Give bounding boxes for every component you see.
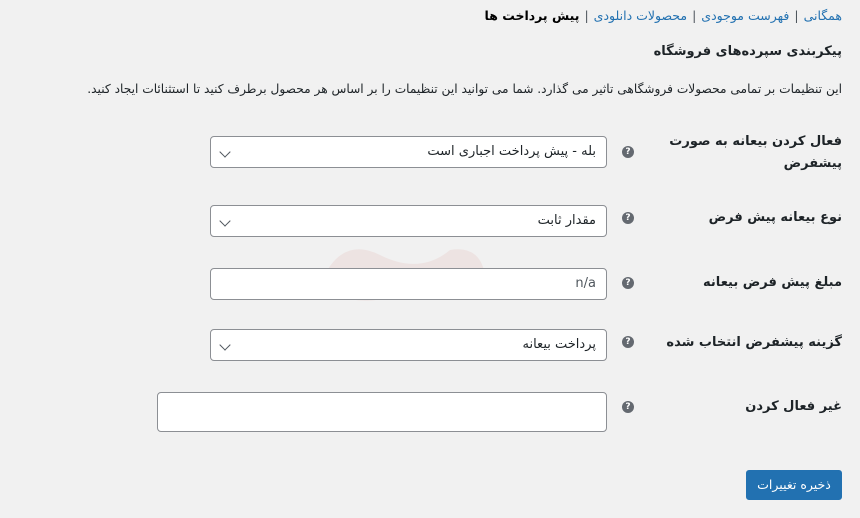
help-icon[interactable]: ? bbox=[622, 212, 634, 224]
field-label-default-option: گزینه پیشفرض انتخاب شده bbox=[666, 335, 842, 350]
field-label-disable: غیر فعال کردن bbox=[745, 399, 842, 414]
subnav-current-deposits: پیش پرداخت ها bbox=[484, 8, 580, 23]
deposit-type-select[interactable]: مقدار ثابت bbox=[210, 205, 607, 237]
section-title: پیکربندی سپرده‌های فروشگاه bbox=[653, 44, 842, 59]
subnav-separator: | bbox=[692, 8, 697, 23]
chevron-down-icon bbox=[219, 339, 231, 351]
save-changes-button[interactable]: ذخیره تغییرات bbox=[746, 470, 842, 500]
help-icon[interactable]: ? bbox=[622, 146, 634, 158]
enable-deposit-select[interactable]: بله - پیش پرداخت اجباری است bbox=[210, 136, 607, 168]
deposit-amount-input[interactable]: n/a bbox=[210, 268, 607, 300]
field-label-enable-deposit: فعال کردن بیعانه به صورت پیشفرض bbox=[669, 134, 842, 171]
subnav-separator: | bbox=[794, 8, 799, 23]
field-label-deposit-amount: مبلغ پیش فرض بیعانه bbox=[703, 275, 842, 290]
select-value: مقدار ثابت bbox=[537, 213, 596, 228]
subnav-link-downloadable[interactable]: محصولات دانلودی bbox=[594, 8, 687, 23]
chevron-down-icon bbox=[219, 215, 231, 227]
select-value: بله - پیش پرداخت اجباری است bbox=[427, 144, 596, 159]
help-icon[interactable]: ? bbox=[622, 277, 634, 289]
subnav: همگانی | فهرست موجودی | محصولات دانلودی … bbox=[485, 8, 843, 23]
subnav-separator: | bbox=[584, 8, 589, 23]
default-option-select[interactable]: پرداخت بیعانه bbox=[210, 329, 607, 361]
disable-textarea[interactable] bbox=[157, 392, 607, 432]
field-label-deposit-type: نوع بیعانه پیش فرض bbox=[708, 210, 842, 225]
subnav-link-inventory[interactable]: فهرست موجودی bbox=[701, 8, 789, 23]
section-description: این تنظیمات بر تمامی محصولات فروشگاهی تا… bbox=[87, 82, 842, 96]
chevron-down-icon bbox=[219, 146, 231, 158]
select-value: پرداخت بیعانه bbox=[522, 337, 597, 352]
help-icon[interactable]: ? bbox=[622, 336, 634, 348]
subnav-link-general[interactable]: همگانی bbox=[804, 8, 842, 23]
help-icon[interactable]: ? bbox=[622, 401, 634, 413]
